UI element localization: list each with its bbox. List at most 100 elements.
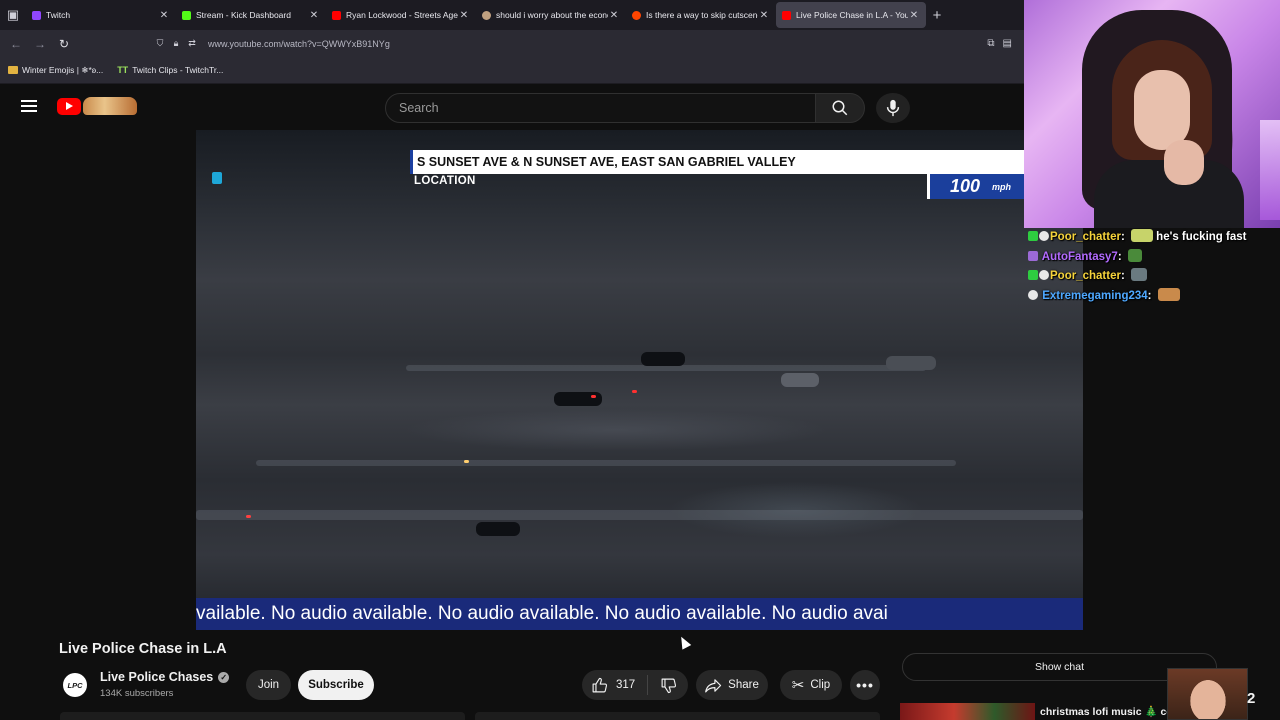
recommended-title[interactable]: christmas lofi music 🎄 co [1040, 705, 1173, 718]
pip-number: 2 [1247, 690, 1256, 707]
microphone-icon [886, 99, 900, 117]
close-icon[interactable]: ✕ [158, 10, 170, 21]
youtube-icon [782, 10, 791, 20]
share-button[interactable]: Share [696, 670, 768, 700]
more-actions-button[interactable]: ••• [850, 670, 880, 700]
tab-title: Stream - Kick Dashboard [196, 10, 291, 20]
cloud-badge-icon [1028, 289, 1038, 300]
car [781, 373, 819, 387]
location-label: LOCATION [414, 175, 476, 187]
channel-name-text[interactable]: Live Police Chases [100, 670, 213, 684]
thumbs-down-icon [661, 678, 676, 693]
tail-light [591, 395, 596, 398]
speed-unit: mph [992, 181, 1012, 192]
share-icon [705, 678, 722, 692]
chat-username: Poor_chatter [1050, 270, 1121, 282]
like-button[interactable]: 317 [582, 675, 648, 695]
streamer-hand [1164, 140, 1204, 185]
chat-text: he's fucking fast [1156, 231, 1247, 243]
folder-icon [8, 66, 18, 74]
close-icon[interactable]: ✕ [908, 10, 920, 21]
bookmark-twitch-clips[interactable]: TT Twitch Clips - TwitchTr... [117, 65, 223, 75]
reload-icon[interactable]: ↻ [52, 37, 76, 51]
close-icon[interactable]: ✕ [458, 10, 470, 21]
tab-list-icon[interactable]: ▣ [0, 0, 26, 30]
subscriber-count: 134K subscribers [100, 688, 174, 699]
url-text[interactable]: www.youtube.com/watch?v=QWWYxB91NYg [208, 39, 390, 49]
checkmark-badge-icon [1028, 270, 1038, 280]
chat-message: Poor_chatter: [1028, 267, 1278, 287]
join-button[interactable]: Join [246, 670, 291, 700]
new-tab-button[interactable]: + [926, 7, 948, 24]
close-icon[interactable]: ✕ [608, 10, 620, 21]
subscribe-button[interactable]: Subscribe [298, 670, 374, 700]
bookmark-winter-emojis[interactable]: Winter Emojis | ❄*ʚ... [8, 65, 103, 76]
tab-kick-dashboard[interactable]: Stream - Kick Dashboard ✕ [176, 2, 326, 28]
forward-icon[interactable]: → [28, 37, 52, 51]
tab-title: Live Police Chase in L.A - YouTu [796, 10, 908, 20]
webcam-overlay [1024, 0, 1280, 228]
checkmark-badge-icon [1028, 231, 1038, 241]
tab-title: Is there a way to skip cutscenes [646, 10, 758, 20]
building-light [212, 172, 222, 184]
tab-title: Twitch [46, 10, 71, 20]
shield-icon[interactable]: ⛉ [152, 38, 168, 49]
clip-button[interactable]: ✂ Clip [780, 670, 842, 700]
road-streak [256, 460, 956, 466]
video-player[interactable]: S SUNSET AVE & N SUNSET AVE, EAST SAN GA… [196, 130, 1083, 630]
recommended-thumbnail[interactable] [900, 703, 1035, 720]
cloud-badge-icon [1039, 270, 1049, 280]
tail-light [632, 390, 637, 393]
description-panel[interactable] [60, 712, 465, 720]
clip-label: Clip [810, 679, 831, 691]
cloud-badge-icon [1039, 231, 1049, 241]
tab-police-chase[interactable]: Live Police Chase in L.A - YouTu ✕ [776, 2, 926, 28]
chat-username: Extremegaming234 [1042, 289, 1148, 302]
speed-value: 100 [950, 176, 981, 196]
subscriber-badge-icon [1028, 250, 1038, 261]
menu-icon[interactable] [21, 100, 37, 112]
tab-ryan-lockwood[interactable]: Ryan Lockwood - Streets Agent ✕ [326, 2, 476, 28]
tail-light [246, 515, 251, 518]
share-label: Share [728, 679, 759, 691]
comments-panel[interactable] [475, 712, 880, 720]
browser-tab-bar: ▣ Twitch ✕ Stream - Kick Dashboard ✕ Rya… [0, 0, 1024, 30]
reddit-icon [632, 10, 641, 20]
video-title: Live Police Chase in L.A [59, 641, 227, 657]
search-input[interactable]: Search [385, 93, 816, 123]
car [476, 522, 520, 536]
led-lights [1260, 120, 1280, 220]
browser-nav-bar: ← → ↻ ⛉ 🔒︎ ⇄ www.youtube.com/watch?v=QWW… [0, 30, 1024, 57]
tab-twitch[interactable]: Twitch ✕ [26, 2, 176, 28]
address-bar[interactable]: ⛉ 🔒︎ ⇄ www.youtube.com/watch?v=QWWYxB91N… [152, 33, 1018, 54]
bread-doodle-icon [83, 97, 137, 115]
dislike-button[interactable] [648, 677, 688, 694]
emote-icon [1130, 229, 1153, 242]
youtube-logo[interactable] [57, 97, 137, 115]
tab-title: should i worry about the econo [496, 10, 608, 20]
news-ticker: vailable. No audio available. No audio a… [196, 598, 1083, 630]
tt-icon: TT [117, 65, 129, 75]
chat-message: Poor_chatter: he's fucking fast [1028, 228, 1278, 248]
bookmark-label: Twitch Clips - TwitchTr... [132, 65, 224, 75]
picture-in-picture-icon[interactable]: ⧉ [987, 38, 994, 49]
channel-name[interactable]: Live Police Chases ✓ [100, 670, 230, 684]
close-icon[interactable]: ✕ [308, 10, 320, 21]
voice-search-button[interactable] [876, 93, 910, 123]
streamer-face [1134, 70, 1190, 150]
location-banner: S SUNSET AVE & N SUNSET AVE, EAST SAN GA… [410, 150, 1083, 174]
tab-title: Ryan Lockwood - Streets Agent [346, 10, 458, 20]
car [886, 356, 936, 370]
back-icon[interactable]: ← [4, 37, 28, 51]
emote-icon [1127, 248, 1142, 262]
tab-economy[interactable]: should i worry about the econo ✕ [476, 2, 626, 28]
reader-view-icon[interactable]: ▤ [1003, 38, 1012, 49]
channel-avatar[interactable]: LPC [63, 673, 87, 697]
permissions-icon[interactable]: ⇄ [184, 38, 200, 49]
close-icon[interactable]: ✕ [758, 10, 770, 21]
pip-webcam-thumbnail [1167, 668, 1248, 720]
search-button[interactable] [815, 93, 865, 123]
lock-icon[interactable]: 🔒︎ [168, 38, 184, 49]
tab-cutscenes[interactable]: Is there a way to skip cutscenes ✕ [626, 2, 776, 28]
search-icon [832, 100, 848, 116]
